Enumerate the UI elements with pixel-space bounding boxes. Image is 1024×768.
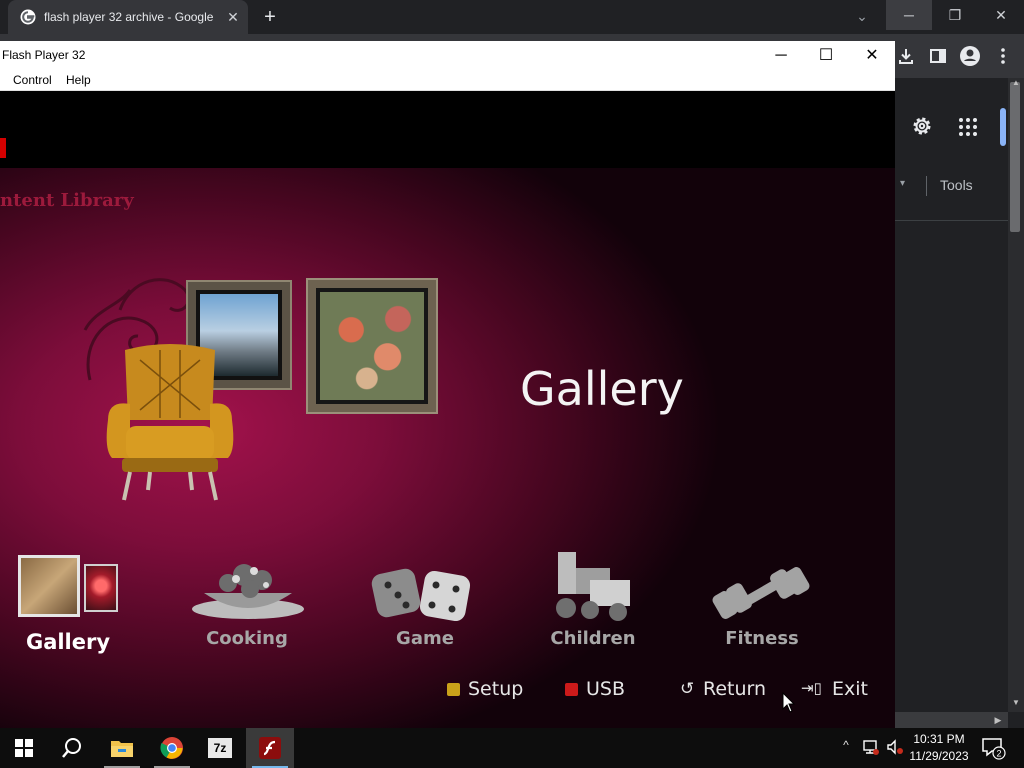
sign-in-accent	[1000, 108, 1006, 146]
profile-icon[interactable]	[957, 43, 983, 69]
menu-control[interactable]: Control	[13, 73, 57, 89]
usb-key-icon	[565, 683, 578, 696]
window-title: Flash Player 32	[2, 48, 86, 62]
new-tab-button[interactable]: +	[258, 5, 282, 29]
download-icon[interactable]	[893, 43, 919, 69]
gear-icon[interactable]	[910, 114, 934, 138]
google-favicon-icon	[20, 9, 36, 25]
7zip-icon: 7z	[208, 738, 232, 758]
start-button[interactable]	[0, 728, 48, 768]
chrome-icon	[160, 737, 183, 759]
dumbbell-icon[interactable]	[712, 562, 810, 624]
scroll-right-arrow-icon[interactable]: ▶	[992, 712, 1004, 728]
close-button[interactable]: ✕	[849, 41, 895, 71]
minimize-button[interactable]: ─	[758, 41, 804, 71]
tab-title: flash player 32 archive - Google	[44, 10, 214, 24]
gallery-thumbnail[interactable]	[18, 555, 80, 617]
gallery-thumbnail-secondary[interactable]	[84, 564, 118, 612]
clock-time[interactable]: 10:31 PM	[908, 732, 970, 746]
maximize-button[interactable]: ☐	[803, 41, 849, 71]
file-explorer-button[interactable]	[98, 728, 146, 768]
tab-close-icon[interactable]: ✕	[224, 8, 242, 26]
browser-tab[interactable]: flash player 32 archive - Google ✕	[8, 0, 248, 34]
setup-button[interactable]: Setup	[468, 678, 528, 700]
flash-icon	[259, 737, 281, 759]
content-library-title: ntent Library	[0, 190, 134, 211]
windows-start-icon	[15, 739, 33, 757]
notification-center-icon[interactable]: 2	[980, 736, 1006, 760]
category-cooking[interactable]: Cooking	[190, 628, 304, 650]
red-marker	[0, 138, 6, 158]
exit-button[interactable]: Exit	[832, 678, 872, 700]
mouse-pointer-icon	[782, 692, 796, 713]
side-panel-icon[interactable]	[925, 43, 951, 69]
menu-icon[interactable]	[990, 43, 1016, 69]
menu-bar	[0, 71, 895, 91]
return-icon: ↺	[680, 679, 695, 698]
divider	[894, 220, 1008, 221]
search-button[interactable]	[48, 728, 96, 768]
category-children[interactable]: Children	[540, 628, 646, 650]
toy-train-icon[interactable]	[550, 548, 634, 624]
flash-taskbar-button[interactable]	[246, 728, 294, 768]
stage-header-band	[0, 91, 895, 168]
7zip-taskbar-button[interactable]: 7z	[196, 728, 244, 768]
tools-button[interactable]: Tools	[940, 177, 1000, 193]
cooking-icon[interactable]	[188, 553, 308, 623]
armchair-icon	[106, 344, 234, 501]
show-hidden-icons-chevron-icon[interactable]: ^	[838, 738, 854, 756]
flowers-painting-canvas	[316, 288, 428, 404]
notification-count: 2	[996, 749, 1001, 759]
scrollbar-thumb[interactable]	[1010, 82, 1020, 232]
divider	[926, 176, 927, 196]
category-game[interactable]: Game	[380, 628, 470, 650]
tab-search-chevron-icon[interactable]: ⌄	[852, 8, 872, 26]
browser-restore-button[interactable]: ❐	[932, 0, 978, 30]
usb-button[interactable]: USB	[586, 678, 630, 700]
setup-key-icon	[447, 683, 460, 696]
return-button[interactable]: Return	[703, 678, 769, 700]
file-explorer-icon	[111, 741, 133, 757]
browser-close-button[interactable]: ✕	[978, 0, 1024, 30]
caret-down-icon[interactable]: ▾	[900, 178, 912, 192]
exit-icon: ⇥▯	[801, 680, 822, 697]
menu-help[interactable]: Help	[66, 73, 96, 89]
chrome-taskbar-button[interactable]	[148, 728, 196, 768]
network-icon[interactable]	[862, 738, 880, 756]
section-heading: Gallery	[520, 362, 684, 416]
volume-muted-icon[interactable]	[886, 738, 904, 756]
clock-date[interactable]: 11/29/2023	[908, 749, 970, 763]
scroll-down-arrow-icon[interactable]: ▼	[1010, 698, 1022, 708]
search-icon	[62, 738, 81, 758]
horizontal-scrollbar[interactable]	[894, 712, 1008, 728]
apps-grid-icon[interactable]	[957, 116, 979, 138]
browser-minimize-button[interactable]: ─	[886, 0, 932, 30]
scroll-up-arrow-icon[interactable]: ▲	[1010, 78, 1022, 88]
category-fitness[interactable]: Fitness	[712, 628, 812, 650]
category-gallery[interactable]: Gallery	[10, 630, 126, 654]
dice-icon[interactable]	[370, 563, 474, 627]
browser-page-background	[894, 78, 1008, 712]
